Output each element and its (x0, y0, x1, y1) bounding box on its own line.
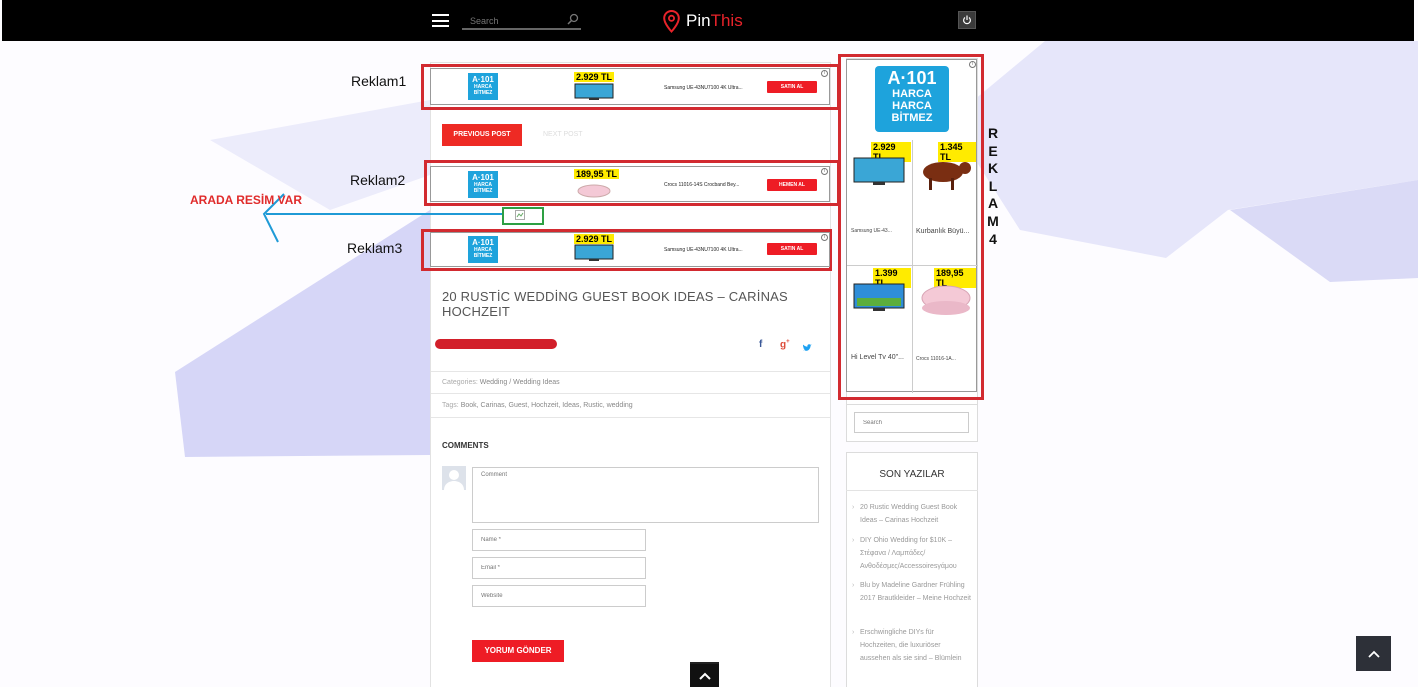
search-icon[interactable] (567, 13, 579, 25)
bull-product-image (923, 162, 971, 190)
ad-info-icon[interactable]: i (821, 168, 828, 175)
tv-product-image (853, 283, 905, 311)
avatar (442, 466, 466, 490)
back-to-top-button[interactable] (1356, 636, 1391, 671)
post-title: 20 RUSTİC WEDDİNG GUEST BOOK IDEAS – CAR… (442, 289, 788, 319)
scroll-up-tab[interactable] (690, 662, 719, 687)
product-title: Crocs 11016-1A... (916, 356, 956, 362)
header-search (462, 11, 581, 30)
recent-post-link[interactable]: DIY Ohio Wedding for $10K – Στέφανα / Λα… (852, 534, 972, 573)
product-title: Kurbanlık Büyü... (916, 228, 970, 235)
website-input[interactable] (472, 585, 646, 607)
divider (846, 490, 978, 491)
crocs-product-image (921, 285, 971, 315)
tv-product-image (853, 157, 905, 185)
ad-product-title: Samsung UE-43NU7100 4K Ultra... (664, 247, 743, 253)
site-logo[interactable]: PinThis (663, 9, 743, 33)
a101-logo: A·101 HARCA BİTMEZ (468, 73, 498, 100)
side-product-3[interactable]: 1.399 TL Hi Level Tv 40"... (849, 268, 911, 390)
divider (431, 371, 830, 372)
product-title: Hi Level Tv 40"... (851, 354, 904, 361)
header-search-input[interactable] (462, 13, 560, 26)
recent-post-link[interactable]: Erschwingliche DIYs für Hochzeiten, die … (852, 626, 972, 665)
categories-link[interactable]: Wedding / Wedding Ideas (480, 379, 560, 386)
ad-info-icon[interactable]: i (969, 61, 976, 68)
name-input[interactable] (472, 529, 646, 551)
redacted-author-mark (435, 339, 557, 349)
ad-buy-button[interactable]: SATIN AL (767, 243, 817, 255)
reklam2-label: Reklam2 (350, 172, 406, 188)
reklam4-label: R E K L A M 4 (987, 125, 999, 247)
post-tags: Tags: Book, Carinas, Guest, Hochzeit, Id… (442, 402, 633, 409)
ad-product-title: Crocs 11016-14S Crocband Bey... (664, 182, 740, 188)
sidebar-ad[interactable]: A·101 HARCA HARCA BİTMEZ i 2.929 TL Sams… (846, 59, 978, 393)
recent-post-link[interactable]: 20 Rustic Wedding Guest Book Ideas – Car… (852, 501, 972, 527)
tags-links[interactable]: Book, Carinas, Guest, Hochzeit, Ideas, R… (461, 402, 633, 409)
broken-image-icon (515, 210, 525, 220)
recent-post-link[interactable]: Blu by Madeline Gardner Frühling 2017 Br… (852, 579, 972, 605)
divider (431, 417, 830, 418)
side-product-1[interactable]: 2.929 TL Samsung UE-43... (849, 142, 911, 262)
chevron-up-icon (1367, 650, 1380, 658)
ad-product-title: Samsung UE-43NU7100 4K Ultra... (664, 85, 743, 91)
post-categories: Categories: Wedding / Wedding Ideas (442, 379, 560, 386)
ad-info-icon[interactable]: i (821, 234, 828, 241)
sidebar-search-input[interactable] (854, 412, 969, 433)
reklam3-label: Reklam3 (347, 240, 403, 256)
ad-buy-button[interactable]: HEMEN AL (767, 179, 817, 191)
power-button[interactable] (958, 11, 976, 29)
next-post-button[interactable]: NEXT POST (543, 124, 603, 146)
ad-banner-3[interactable]: A·101 HARCA BİTMEZ 2.929 TL Samsung UE-43N… (430, 232, 830, 267)
twitter-icon[interactable] (802, 340, 812, 358)
brand-name: PinThis (686, 11, 743, 30)
previous-post-button[interactable]: PREVIOUS POST (442, 124, 522, 146)
tv-product-image (574, 244, 614, 261)
chevron-up-icon (698, 672, 711, 680)
facebook-icon[interactable]: f (759, 339, 762, 350)
ad-banner-1[interactable]: A·101 HARCA BİTMEZ 2.929 TL Samsung UE-43N… (430, 68, 830, 105)
arada-resim-var-label: ARADA RESİM VAR (190, 193, 303, 207)
grid-divider (847, 265, 978, 266)
ad-info-icon[interactable]: i (821, 70, 828, 77)
ad-buy-button[interactable]: SATIN AL (767, 81, 817, 93)
a101-logo: A·101 HARCA HARCA BİTMEZ (875, 66, 949, 132)
divider (431, 393, 830, 394)
product-title: Samsung UE-43... (851, 228, 892, 234)
a101-logo: A·101 HARCA BİTMEZ (468, 236, 498, 263)
side-product-4[interactable]: 189,95 TL Crocs 11016-1A... (914, 268, 976, 390)
tv-product-image (574, 83, 614, 100)
ad-price: 189,95 TL (574, 169, 620, 179)
reklam1-label: Reklam1 (351, 73, 407, 89)
comments-heading: COMMENTS (442, 441, 489, 450)
user-avatar-icon (444, 470, 464, 490)
email-input[interactable] (472, 557, 646, 579)
power-icon (963, 15, 971, 25)
recent-posts-title: SON YAZILAR (879, 469, 945, 480)
submit-comment-button[interactable]: YORUM GÖNDER (472, 640, 564, 662)
side-product-2[interactable]: 1.345 TL Kurbanlık Büyü... (914, 142, 976, 262)
grid-divider (912, 140, 913, 393)
ad-price: 2.929 TL (574, 234, 615, 244)
google-plus-icon[interactable]: g+ (780, 339, 790, 350)
ad-price: 2.929 TL (574, 72, 615, 82)
comment-textarea[interactable] (472, 467, 819, 523)
menu-hamburger-icon[interactable] (432, 14, 449, 27)
crocs-product-image (577, 184, 611, 198)
map-pin-icon (663, 9, 680, 33)
